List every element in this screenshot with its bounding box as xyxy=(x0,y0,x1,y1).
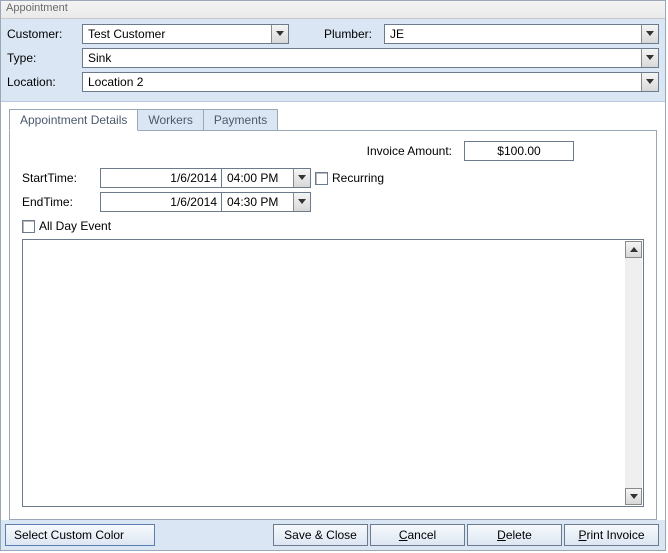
type-label: Type: xyxy=(7,51,82,65)
invoice-amount-input[interactable]: $100.00 xyxy=(464,141,574,161)
customer-label: Customer: xyxy=(7,27,82,41)
end-date-input[interactable]: 1/6/2014 xyxy=(100,192,222,212)
select-custom-color-button[interactable]: Select Custom Color xyxy=(5,524,155,546)
chevron-down-icon[interactable] xyxy=(641,49,658,67)
location-label: Location: xyxy=(7,75,82,89)
save-close-label: Save & Close xyxy=(284,528,357,542)
checkbox-icon xyxy=(22,220,35,233)
allday-checkbox[interactable]: All Day Event xyxy=(22,219,644,233)
delete-button[interactable]: Delete xyxy=(467,524,562,546)
type-combo[interactable]: Sink xyxy=(82,48,659,68)
type-value: Sink xyxy=(83,49,641,67)
cancel-button[interactable]: Cancel xyxy=(370,524,465,546)
scroll-track[interactable] xyxy=(625,258,642,488)
plumber-label: Plumber: xyxy=(289,27,384,41)
header-panel: Customer: Test Customer Plumber: JE Type… xyxy=(1,19,665,102)
window-title: Appointment xyxy=(1,1,665,19)
customer-value: Test Customer xyxy=(83,25,271,43)
footer-bar: Select Custom Color Save & Close Cancel … xyxy=(1,520,665,550)
notes-textarea[interactable] xyxy=(22,239,644,507)
start-date-input[interactable]: 1/6/2014 xyxy=(100,168,222,188)
save-close-button[interactable]: Save & Close xyxy=(273,524,368,546)
tab-payments[interactable]: Payments xyxy=(204,109,278,131)
endtime-label: EndTime: xyxy=(22,195,100,209)
cancel-label: Cancel xyxy=(399,528,436,542)
recurring-label: Recurring xyxy=(332,171,384,185)
chevron-down-icon[interactable] xyxy=(293,169,310,187)
chevron-down-icon[interactable] xyxy=(293,193,310,211)
chevron-down-icon[interactable] xyxy=(641,25,658,43)
checkbox-icon xyxy=(315,172,328,185)
appointment-window: Appointment Customer: Test Customer Plum… xyxy=(0,0,666,551)
scroll-down-icon[interactable] xyxy=(625,488,642,505)
recurring-checkbox[interactable]: Recurring xyxy=(315,171,384,185)
tab-workers[interactable]: Workers xyxy=(138,109,203,131)
plumber-value: JE xyxy=(385,25,641,43)
print-invoice-button[interactable]: Print Invoice xyxy=(564,524,659,546)
allday-label: All Day Event xyxy=(39,219,111,233)
select-custom-color-label: Select Custom Color xyxy=(14,528,124,542)
invoice-amount-label: Invoice Amount: xyxy=(367,144,452,158)
chevron-down-icon[interactable] xyxy=(271,25,288,43)
location-value: Location 2 xyxy=(83,73,641,91)
print-invoice-label: Print Invoice xyxy=(578,528,644,542)
end-time-combo[interactable]: 04:30 PM xyxy=(221,192,311,212)
tab-body: Invoice Amount: $100.00 StartTime: 1/6/2… xyxy=(9,130,657,520)
end-time-value: 04:30 PM xyxy=(222,193,293,211)
location-combo[interactable]: Location 2 xyxy=(82,72,659,92)
tabstrip: Appointment Details Workers Payments xyxy=(9,108,657,130)
start-time-combo[interactable]: 04:00 PM xyxy=(221,168,311,188)
plumber-combo[interactable]: JE xyxy=(384,24,659,44)
chevron-down-icon[interactable] xyxy=(641,73,658,91)
tabs-area: Appointment Details Workers Payments Inv… xyxy=(1,102,665,520)
scrollbar[interactable] xyxy=(625,241,642,505)
delete-label: Delete xyxy=(497,528,532,542)
tab-appointment-details[interactable]: Appointment Details xyxy=(9,109,138,131)
customer-combo[interactable]: Test Customer xyxy=(82,24,289,44)
starttime-label: StartTime: xyxy=(22,171,100,185)
scroll-up-icon[interactable] xyxy=(625,241,642,258)
start-time-value: 04:00 PM xyxy=(222,169,293,187)
